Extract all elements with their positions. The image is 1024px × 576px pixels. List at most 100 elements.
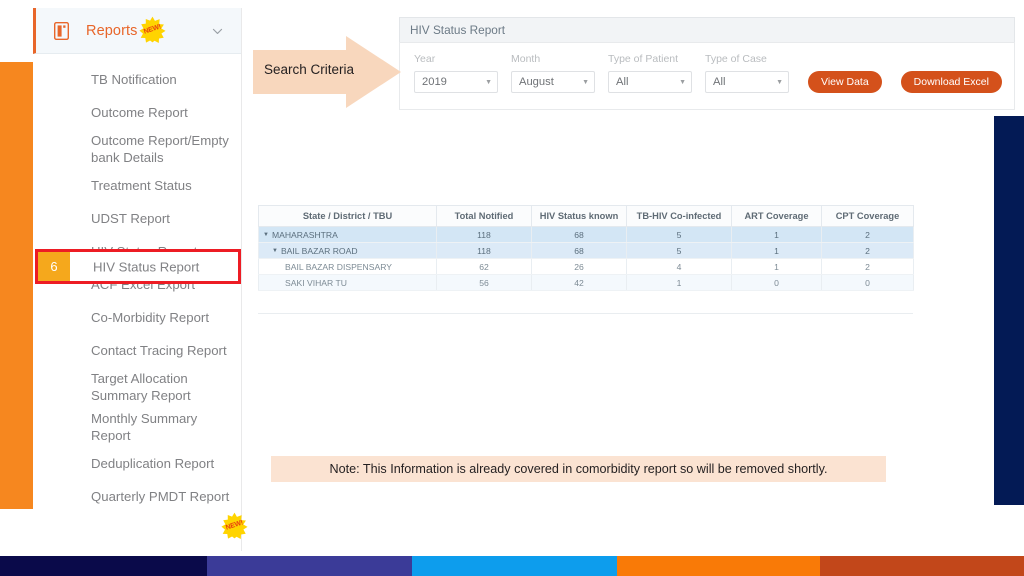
row-label: BAIL BAZAR DISPENSARY [285,261,392,272]
field-year: Year 2019 ▼ [414,53,498,93]
cell-tb-hiv-co-infected: 5 [626,226,732,243]
sidebar-item-outcome-report-empty-bank-details[interactable]: Outcome Report/Empty bank Details [33,129,241,169]
sidebar-item-outcome-report[interactable]: Outcome Report [33,96,241,129]
year-select[interactable]: 2019 ▼ [414,71,498,93]
field-month: Month August ▼ [511,53,595,93]
cell-tb-hiv-co-infected: 5 [626,242,732,259]
sidebar-item-treatment-status[interactable]: Treatment Status [33,169,241,202]
row-name-cell[interactable]: ▼ MAHARASHTRA [258,226,437,243]
column-header-state: State / District / TBU [258,205,437,227]
hiv-status-data-table: State / District / TBU Total Notified HI… [258,205,914,291]
table-row[interactable]: BAIL BAZAR DISPENSARY 62 26 4 1 2 [258,258,914,275]
cell-total-notified: 118 [436,242,532,259]
field-type-of-case-label: Type of Case [705,53,767,65]
sidebar-item-label: Outcome Report/Empty bank Details [91,133,229,165]
cell-hiv-status-known: 26 [531,258,627,275]
cell-art-coverage: 1 [731,242,822,259]
search-criteria-callout: Search Criteria [253,36,401,108]
expander-triangle-icon[interactable]: ▼ [272,248,278,254]
cell-hiv-status-known: 42 [531,274,627,291]
cell-tb-hiv-co-infected: 4 [626,258,732,275]
sidebar-item-label: Target Allocation Summary Report [91,371,191,403]
right-accent-bar [994,116,1024,505]
document-icon [53,21,70,40]
new-badge-icon: NEW! [139,16,167,43]
view-data-button[interactable]: View Data [808,71,882,93]
row-name-cell[interactable]: BAIL BAZAR DISPENSARY [258,258,437,275]
left-accent-bar [0,62,33,509]
bottom-color-strip [0,556,1024,576]
field-month-label: Month [511,53,541,65]
callout-label: Search Criteria [264,62,355,77]
strip-segment-2 [207,556,412,576]
sidebar-item-target-allocation-summary-report[interactable]: Target Allocation Summary Report [33,367,241,407]
row-label: SAKI VIHAR TU [285,277,347,288]
table-row[interactable]: ▼ MAHARASHTRA 118 68 5 1 2 [258,226,914,243]
cell-hiv-status-known: 68 [531,242,627,259]
expander-triangle-icon[interactable]: ▼ [263,232,269,238]
table-row[interactable]: SAKI VIHAR TU 56 42 1 0 0 [258,274,914,291]
column-header-total-notified: Total Notified [436,205,532,227]
month-value: August [519,76,554,88]
cell-total-notified: 56 [436,274,532,291]
cell-tb-hiv-co-infected: 1 [626,274,732,291]
cell-total-notified: 62 [436,258,532,275]
caret-down-icon: ▼ [679,78,686,86]
column-header-cpt-coverage: CPT Coverage [821,205,914,227]
strip-segment-1 [0,556,207,576]
sidebar-item-udst-report[interactable]: UDST Report [33,202,241,235]
row-name-cell[interactable]: SAKI VIHAR TU [258,274,437,291]
panel-title: HIV Status Report [399,17,1015,42]
highlight-box-hiv-status-report: 6 HIV Status Report [35,249,241,284]
search-criteria-form: Year 2019 ▼ Month August ▼ Type of Patie… [399,42,1015,110]
step-badge-6: 6 [38,252,70,281]
cell-art-coverage: 1 [731,258,822,275]
sidebar-item-label: Co-Morbidity Report [91,310,209,325]
sidebar-item-co-morbidity-report[interactable]: Co-Morbidity Report [33,301,241,334]
sidebar-item-label: Monthly Summary Report [91,411,198,443]
hiv-status-report-panel: HIV Status Report Year 2019 ▼ Month Augu… [399,17,1015,110]
sidebar-item-tb-notification[interactable]: TB Notification [33,63,241,96]
table-row[interactable]: ▼ BAIL BAZAR ROAD 118 68 5 1 2 [258,242,914,259]
strip-segment-4 [617,556,820,576]
sidebar-header-reports[interactable]: Reports NEW! [33,8,241,54]
type-of-patient-select[interactable]: All ▼ [608,71,692,93]
download-excel-button[interactable]: Download Excel [900,71,1002,93]
cell-cpt-coverage: 2 [821,226,914,243]
field-type-of-case: Type of Case All ▼ [705,53,789,93]
field-year-label: Year [414,53,436,65]
caret-down-icon: ▼ [776,78,783,86]
sidebar-item-contact-tracing-report[interactable]: Contact Tracing Report [33,334,241,367]
column-header-hiv-status-known: HIV Status known [531,205,627,227]
type-of-case-value: All [713,76,726,88]
row-label: MAHARASHTRA [271,229,338,240]
sidebar-item-label: Quarterly PMDT Report [91,489,230,504]
table-bottom-divider [258,313,913,314]
type-of-case-select[interactable]: All ▼ [705,71,789,93]
sidebar-item-label: Contact Tracing Report [91,343,227,358]
cell-cpt-coverage: 0 [821,274,914,291]
caret-down-icon: ▼ [485,78,492,86]
sidebar-item-label: Outcome Report [91,105,188,120]
table-header-row: State / District / TBU Total Notified HI… [258,205,914,227]
field-type-of-patient-label: Type of Patient [608,53,679,65]
form-row: Year 2019 ▼ Month August ▼ Type of Patie… [414,53,1002,93]
sidebar-item-monthly-summary-report[interactable]: Monthly Summary Report [33,407,241,447]
new-badge-icon-pmdt: NEW! [221,512,248,539]
note-banner: Note: This Information is already covere… [271,456,886,482]
caret-down-icon: ▼ [582,78,589,86]
year-value: 2019 [422,76,447,88]
sidebar-item-deduplication-report[interactable]: Deduplication Report [33,447,241,480]
sidebar-item-quarterly-pmdt-report[interactable]: Quarterly PMDT Report [33,480,241,513]
row-name-cell[interactable]: ▼ BAIL BAZAR ROAD [258,242,437,259]
cell-cpt-coverage: 2 [821,258,914,275]
column-header-tb-hiv-co-infected: TB-HIV Co-infected [626,205,732,227]
month-select[interactable]: August ▼ [511,71,595,93]
chevron-down-icon[interactable] [211,24,224,37]
sidebar-item-label: Treatment Status [91,178,192,193]
highlight-label[interactable]: HIV Status Report [93,259,199,274]
field-type-of-patient: Type of Patient All ▼ [608,53,692,93]
sidebar-item-label: Deduplication Report [91,456,215,471]
strip-segment-3 [412,556,617,576]
cell-hiv-status-known: 68 [531,226,627,243]
